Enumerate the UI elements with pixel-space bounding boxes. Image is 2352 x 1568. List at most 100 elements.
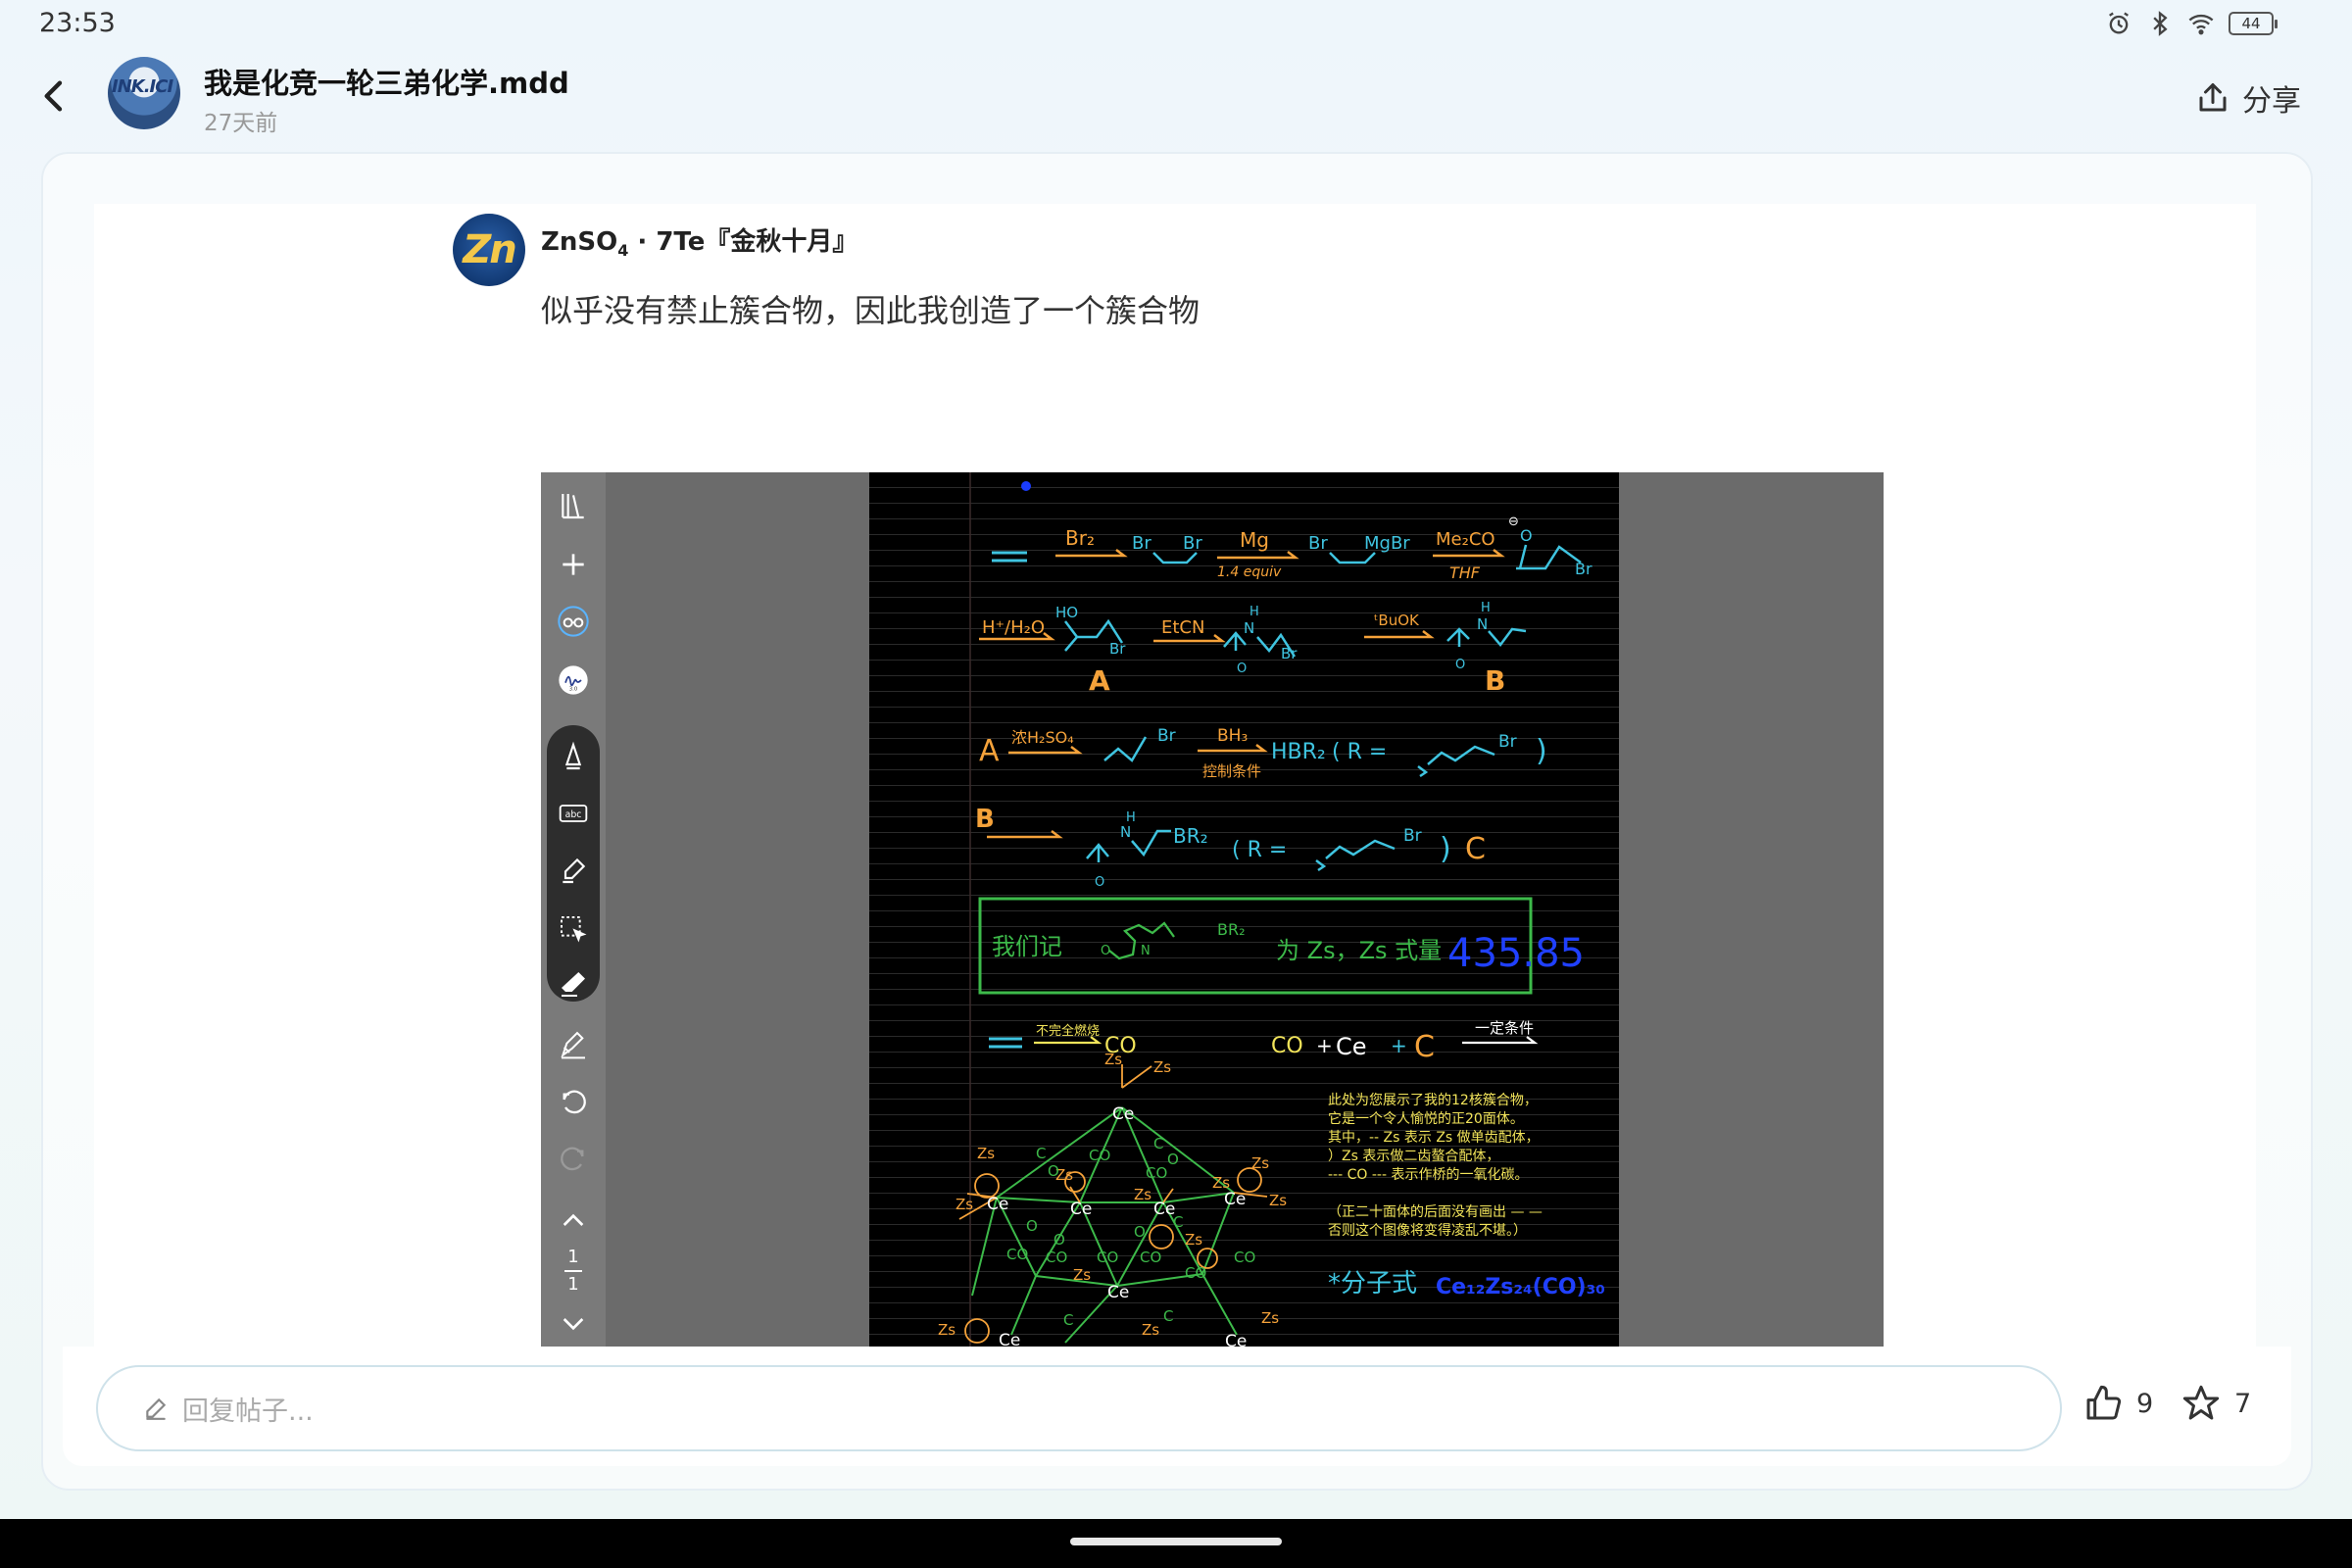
svg-text:B: B (975, 805, 995, 834)
svg-text:C: C (1036, 1145, 1046, 1162)
back-arrow-icon[interactable] (35, 74, 74, 118)
svg-text:Zs: Zs (1269, 1192, 1287, 1209)
text-box-icon: abc (559, 805, 588, 822)
svg-text:CO: CO (1089, 1147, 1110, 1164)
pen-nib-icon (564, 741, 582, 770)
svg-text:ᵗBuOK: ᵗBuOK (1374, 612, 1420, 629)
svg-text:3.0: 3.0 (569, 687, 578, 693)
share-button[interactable]: 分享 (2195, 76, 2301, 120)
page-down-button[interactable] (549, 1301, 598, 1345)
svg-text:C: C (1163, 1307, 1173, 1325)
user-avatar[interactable]: INK.ICI (108, 57, 180, 129)
reply-placeholder: 回复帖子... (182, 1396, 314, 1427)
svg-text:N: N (1120, 823, 1131, 841)
svg-text:Ce: Ce (1224, 1190, 1246, 1209)
svg-text:O: O (1026, 1217, 1038, 1235)
redo-button[interactable] (549, 1139, 598, 1182)
lasso-select-icon (561, 916, 587, 943)
svg-text:Br: Br (1575, 560, 1592, 578)
svg-text:Ce: Ce (987, 1195, 1008, 1214)
svg-text:B: B (1485, 664, 1505, 697)
share-label: 分享 (2242, 84, 2301, 119)
svg-text:Br: Br (1109, 640, 1126, 658)
svg-text:( R =: ( R = (1232, 838, 1287, 862)
svg-text:1.4 equiv: 1.4 equiv (1217, 564, 1282, 580)
svg-text:O: O (1520, 526, 1533, 545)
post-text: 似乎没有禁止簇合物，因此我创造了一个簇合物 (541, 292, 1200, 329)
reply-input[interactable]: 回复帖子... (96, 1365, 2062, 1451)
svg-text:CO: CO (1046, 1249, 1067, 1266)
svg-text:C: C (1465, 832, 1486, 866)
text-tool[interactable]: abc (549, 792, 598, 835)
svg-text:一定条件: 一定条件 (1475, 1019, 1534, 1037)
svg-text:A: A (979, 734, 1000, 768)
share-icon (2199, 83, 2227, 112)
svg-text:A: A (1089, 664, 1110, 697)
library-icon (562, 494, 584, 519)
svg-text:O: O (1134, 1223, 1146, 1241)
page-divider (564, 1270, 582, 1272)
svg-text:( R =: ( R = (1332, 740, 1387, 764)
like-button[interactable]: 9 (2083, 1384, 2153, 1423)
svg-text:O: O (1167, 1151, 1179, 1168)
svg-text:它是一个令人愉悦的正20面体。: 它是一个令人愉悦的正20面体。 (1328, 1110, 1524, 1127)
svg-text:Br: Br (1157, 726, 1176, 746)
pen-badge-tool[interactable]: 3.0 (549, 659, 598, 702)
author-name[interactable]: ZnSO4 · 7Te『金秋十月』 (541, 221, 858, 260)
svg-text:Zs: Zs (1134, 1186, 1152, 1203)
author-avatar-text: Zn (463, 227, 517, 272)
svg-text:浓H₂SO₄: 浓H₂SO₄ (1011, 728, 1074, 747)
svg-text:CO: CO (1271, 1034, 1303, 1058)
svg-text:C: C (1063, 1311, 1073, 1329)
favorite-button[interactable]: 7 (2181, 1384, 2251, 1423)
page-total: 1 (567, 1274, 579, 1295)
svg-text:⊖: ⊖ (1508, 514, 1519, 529)
svg-text:Ce: Ce (999, 1331, 1020, 1347)
lasso-tool[interactable] (549, 907, 598, 951)
svg-text:我们记: 我们记 (992, 933, 1062, 960)
home-indicator[interactable] (1070, 1538, 1282, 1545)
undo-icon (563, 1090, 586, 1114)
svg-text:EtCN: EtCN (1161, 617, 1204, 638)
svg-text:Ce: Ce (1070, 1200, 1092, 1219)
pen-shapes-icon (561, 1031, 585, 1059)
pen-tool[interactable] (549, 735, 598, 778)
chevron-down-icon (563, 1318, 584, 1331)
svg-text:H: H (1250, 605, 1259, 619)
svg-text:不完全燃烧: 不完全燃烧 (1036, 1023, 1100, 1039)
svg-text:O: O (1054, 1231, 1065, 1249)
svg-text:THF: THF (1449, 564, 1481, 582)
eraser-tool[interactable] (549, 962, 598, 1005)
svg-text:Zs: Zs (1153, 1058, 1171, 1076)
page-up-button[interactable] (549, 1200, 598, 1243)
chevron-up-icon (563, 1213, 584, 1226)
svg-text:+: + (1316, 1034, 1333, 1057)
svg-text:H⁺/H₂O: H⁺/H₂O (982, 617, 1045, 638)
wifi-icon (2188, 14, 2214, 35)
svg-text:BR₂: BR₂ (1173, 824, 1208, 848)
post-age: 27天前 (204, 111, 278, 136)
highlighter-tool[interactable] (549, 849, 598, 892)
undo-button[interactable] (549, 1082, 598, 1125)
svg-text:Ce: Ce (1112, 1104, 1134, 1124)
svg-text:CO: CO (1140, 1249, 1161, 1266)
favorite-count: 7 (2234, 1388, 2252, 1419)
star-icon (2182, 1385, 2220, 1420)
svg-text:Zs: Zs (1261, 1309, 1279, 1327)
svg-text:否则这个图像将变得凌乱不堪。）: 否则这个图像将变得凌乱不堪。） (1328, 1222, 1527, 1239)
status-time: 23:53 (39, 8, 116, 38)
shape-pen-tool[interactable] (549, 1023, 598, 1066)
post-image[interactable]: 3.0 abc 1 1 Br₂ Br Br Mg 1.4 equiv Br Mg… (541, 472, 1884, 1347)
svg-text:其中，-- Zs 表示 Zs 做单齿配体，: 其中，-- Zs 表示 Zs 做单齿配体， (1328, 1130, 1540, 1146)
status-icons: 44 (2105, 10, 2278, 37)
add-tool[interactable] (549, 543, 598, 586)
library-tool[interactable] (549, 484, 598, 527)
svg-text:CO: CO (1185, 1264, 1206, 1282)
author-avatar[interactable]: Zn (453, 214, 525, 286)
glasses-tool[interactable] (549, 600, 598, 643)
svg-text:C: C (1414, 1030, 1435, 1064)
svg-text:O: O (1048, 1162, 1059, 1180)
battery-icon: 44 (2229, 12, 2278, 35)
pencil-icon (146, 1397, 167, 1420)
svg-text:BR₂: BR₂ (1217, 920, 1246, 939)
